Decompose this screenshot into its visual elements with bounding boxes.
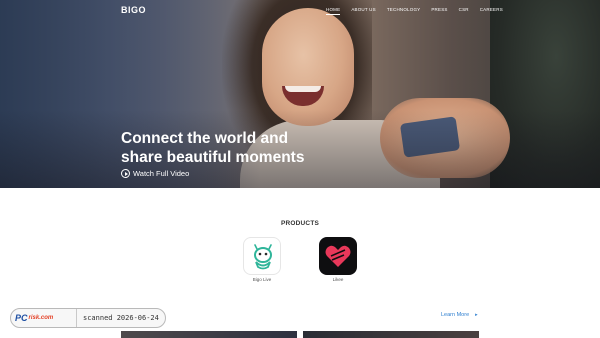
news-thumbnail-2[interactable] (303, 331, 479, 338)
top-navigation: BIGO HOME ABOUT US TECHNOLOGY PRESS CSR … (0, 0, 600, 22)
hero-headline-line1: Connect the world and (121, 130, 289, 147)
hero-banner: BIGO HOME ABOUT US TECHNOLOGY PRESS CSR … (0, 0, 600, 188)
news-thumbnail-1[interactable] (121, 331, 297, 338)
play-circle-icon (121, 169, 130, 178)
product-likee[interactable]: Likee (319, 237, 357, 282)
pcrisk-scan-watermark: PC risk.com scanned 2026-06-24 (10, 308, 166, 328)
learn-more-label: Learn More (441, 312, 470, 318)
likee-heart-icon (325, 245, 351, 267)
nav-links: HOME ABOUT US TECHNOLOGY PRESS CSR CAREE… (326, 7, 514, 15)
products-heading: PRODUCTS (280, 220, 320, 227)
hero-photo-face (262, 8, 354, 126)
pcrisk-logo-risk: risk.com (28, 315, 54, 321)
product-bigo-live[interactable]: Bigo Live (243, 237, 281, 282)
nav-item-press[interactable]: PRESS (431, 7, 447, 12)
bigo-live-label: Bigo Live (252, 277, 272, 282)
nav-item-about-us[interactable]: ABOUT US (351, 7, 376, 12)
nav-item-csr[interactable]: CSR (459, 7, 469, 12)
nav-item-home[interactable]: HOME (326, 7, 341, 15)
nav-item-careers[interactable]: CAREERS (480, 7, 503, 12)
likee-label: Likee (332, 277, 344, 282)
bigo-live-app-tile[interactable] (243, 237, 281, 275)
arrow-right-icon: ▸ (475, 312, 478, 318)
nav-item-technology[interactable]: TECHNOLOGY (387, 7, 421, 12)
hero-headline-line2: share beautiful moments (121, 149, 305, 166)
scan-date-text: scanned 2026-06-24 (83, 314, 159, 322)
likee-app-tile[interactable] (319, 237, 357, 275)
learn-more-link[interactable]: Learn More ▸ (441, 312, 478, 318)
pcrisk-logo: PC risk.com (11, 309, 77, 327)
page: BIGO HOME ABOUT US TECHNOLOGY PRESS CSR … (0, 0, 600, 338)
bigo-live-mascot-icon (254, 244, 272, 270)
hero-photo-teeth (285, 86, 321, 92)
watch-video-button[interactable]: Watch Full Video (121, 169, 189, 178)
pcrisk-logo-pc: PC (15, 313, 28, 323)
watch-video-label: Watch Full Video (133, 169, 190, 178)
hero-headline: Connect the world and share beautiful mo… (121, 129, 304, 167)
bigo-logo[interactable]: BIGO (121, 5, 146, 15)
